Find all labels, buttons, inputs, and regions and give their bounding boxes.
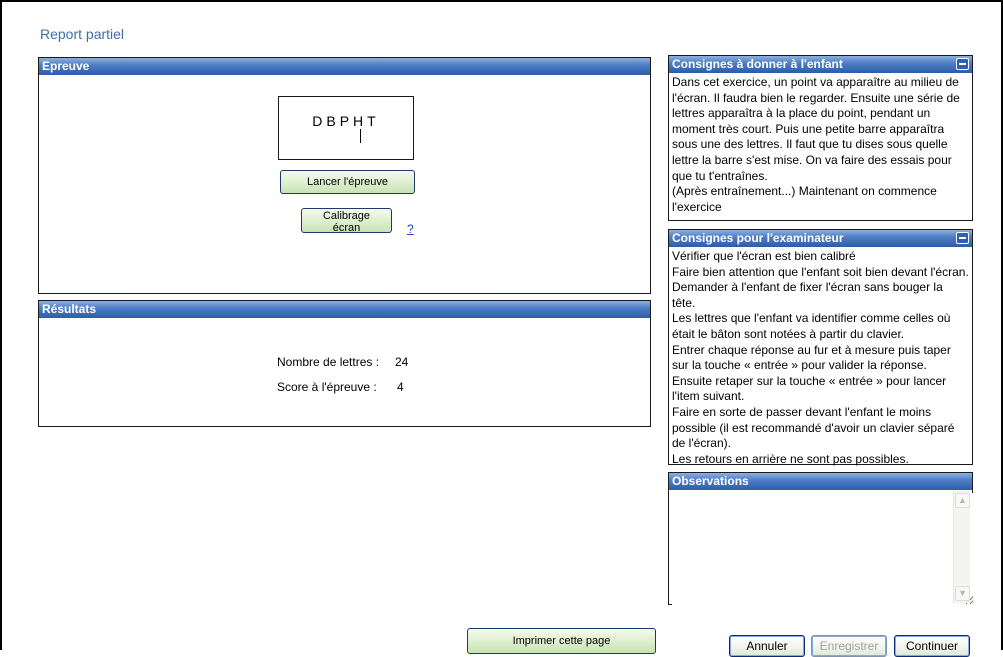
resultats-panel: Résultats Nombre de lettres : 24 Score à… — [38, 300, 651, 427]
examiner-line: Faire en sorte de passer devant l'enfant… — [672, 404, 955, 451]
examiner-line: Ensuite retaper sur la touche « entrée »… — [672, 373, 947, 404]
print-page-button[interactable]: Imprimer cette page — [467, 628, 656, 654]
letters-count-value: 24 — [395, 355, 409, 369]
score-value: 4 — [397, 380, 404, 394]
letters-count-label: Nombre de lettres : — [277, 355, 380, 369]
score-label: Score à l'épreuve : — [277, 380, 377, 394]
stimulus-letters: DBPHT — [312, 113, 380, 129]
examiner-instructions-title: Consignes pour l'examinateur — [672, 231, 844, 245]
resultats-header: Résultats — [39, 301, 650, 318]
collapse-icon[interactable] — [956, 58, 969, 70]
examiner-line: Vérifier que l'écran est bien calibré — [672, 249, 856, 263]
page-title: Report partiel — [40, 26, 125, 42]
examiner-line: Entrer chaque réponse au fur et à mesure… — [672, 342, 951, 373]
observations-textarea[interactable] — [672, 493, 974, 605]
examiner-instructions-header: Consignes pour l'examinateur — [669, 230, 972, 247]
examiner-instructions-text: Vérifier que l'écran est bien calibré Fa… — [669, 247, 972, 469]
stimulus-bar — [360, 129, 361, 143]
examiner-instructions-panel: Consignes pour l'examinateur Vérifier qu… — [668, 229, 973, 466]
examiner-line: Les retours en arrière ne sont pas possi… — [672, 451, 909, 466]
scroll-down-icon[interactable]: ▼ — [955, 586, 970, 601]
epreuve-panel: Epreuve DBPHT Lancer l'épreuve Calibrage… — [38, 57, 651, 294]
child-instructions-text: Dans cet exercice, un point va apparaîtr… — [672, 75, 960, 214]
observations-scrollbar[interactable]: ▲ ▼ — [953, 491, 970, 603]
examiner-line: Faire bien attention que l'enfant soit b… — [672, 264, 969, 310]
stimulus-box: DBPHT — [278, 96, 414, 160]
collapse-icon[interactable] — [956, 232, 969, 244]
examiner-line: Les lettres que l'enfant va identifier c… — [672, 311, 951, 341]
epreuve-header: Epreuve — [39, 58, 650, 75]
scroll-up-icon[interactable]: ▲ — [955, 493, 970, 508]
observations-header: Observations — [669, 473, 972, 490]
observations-panel: Observations ▲ ▼ — [668, 472, 974, 605]
child-instructions-panel: Consignes à donner à l'enfant Dans cet e… — [668, 55, 973, 221]
screen-calibration-button[interactable]: Calibrage écran — [301, 208, 392, 234]
child-instructions-title: Consignes à donner à l'enfant — [672, 57, 843, 71]
continue-button[interactable]: Continuer — [894, 635, 970, 657]
child-instructions-header: Consignes à donner à l'enfant — [669, 56, 972, 73]
cancel-button[interactable]: Annuler — [729, 635, 805, 657]
save-button[interactable]: Enregistrer — [811, 635, 887, 657]
launch-test-button[interactable]: Lancer l'épreuve — [280, 170, 415, 194]
help-link[interactable]: ? — [407, 222, 414, 236]
